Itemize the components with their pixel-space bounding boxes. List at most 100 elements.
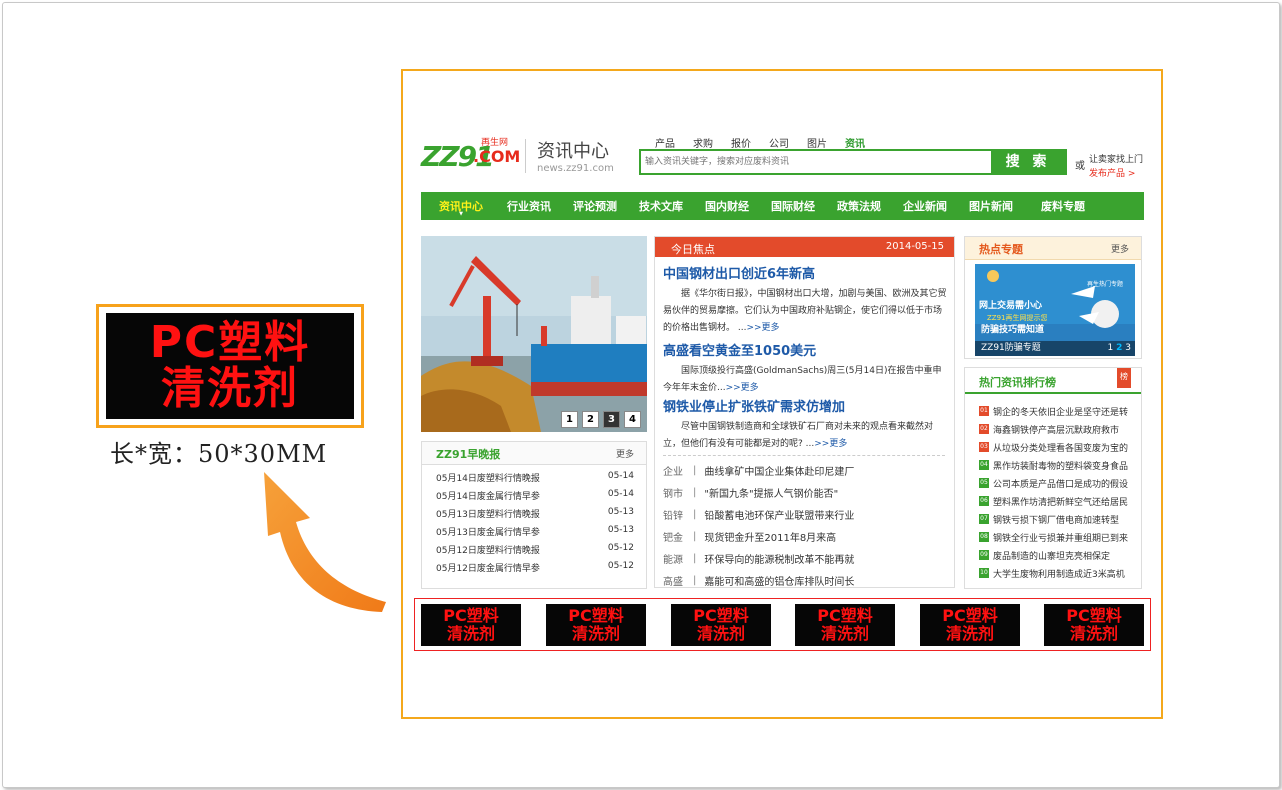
list-item[interactable]: 09 废品制造的山寨坦克亮相保定 [979, 546, 1139, 564]
story-body: 尽管中国钢铁制造商和全球铁矿石厂商对未来的观点看来截然对立，但他们有没有可能都是… [663, 419, 947, 453]
nav-item-policy[interactable]: 政策法规 [837, 198, 881, 214]
zz91-logo[interactable]: ZZ91 .COM 再生网 [421, 134, 520, 174]
banner-ad-line2: 清洗剂 [1069, 624, 1118, 643]
report-date: 05-12 [607, 543, 634, 553]
list-item[interactable]: 05月14日废金属行情早参 05-14 [422, 489, 646, 507]
or-text: 或 [1075, 161, 1085, 172]
nav-item-tech[interactable]: 技术文库 [639, 198, 683, 214]
list-item[interactable]: 02 海鑫钢铁停产高层沉默政府救市 [979, 420, 1139, 438]
news-title: "新国九条"提振人气钢价能否" [704, 488, 839, 500]
story-headline[interactable]: 高盛看空黄金至1050美元 [663, 340, 947, 359]
slide-page-3[interactable]: 3 [603, 411, 620, 428]
focus-story: 钢铁业停止扩张铁矿需求仿增加 尽管中国钢铁制造商和全球铁矿石厂商对未来的观点看来… [663, 396, 947, 453]
list-item[interactable]: 钢市 | "新国九条"提振人气钢价能否" [663, 481, 949, 503]
separator: | [693, 574, 697, 586]
focus-story: 中国钢材出口创近6年新高 据《华尔街日报》，中国钢材出口大增，加剧与美国、欧洲及… [663, 263, 947, 337]
hot-topic-page-1[interactable]: 1 [1108, 343, 1114, 353]
news-category: 能源 [663, 554, 683, 566]
nav-item-photo-news[interactable]: 图片新闻 [969, 198, 1013, 214]
nav-item-industry[interactable]: 行业资讯 [507, 198, 551, 214]
list-item[interactable]: 05月13日废金属行情早参 05-13 [422, 525, 646, 543]
morning-report-title: ZZ91早晚报 [436, 448, 501, 461]
list-item[interactable]: 05月12日废塑料行情晚报 05-12 [422, 543, 646, 561]
rank-title: 钢铁全行业亏损兼并重组期已到来 [993, 533, 1129, 544]
search-tab-buy[interactable]: 求购 [693, 135, 713, 150]
search-tab-company[interactable]: 公司 [769, 135, 789, 150]
banner-ad[interactable]: PC塑料 清洗剂 [671, 604, 771, 646]
hot-topic-banner[interactable]: 网上交易需小心 ZZ91再生网提示您 防骗技巧需知道 再生热门专题 ZZ91防骗… [975, 264, 1135, 356]
search-input[interactable] [643, 153, 993, 171]
report-title: 05月14日废塑料行情晚报 [436, 474, 540, 484]
morning-report-more-link[interactable]: 更多 [616, 447, 634, 460]
list-item[interactable]: 企业 | 曲线拿矿中国企业集体赴印尼建厂 [663, 459, 949, 481]
rank-number: 10 [979, 568, 989, 578]
banner-ad[interactable]: PC塑料 清洗剂 [1044, 604, 1144, 646]
report-title: 05月12日废塑料行情晚报 [436, 546, 540, 556]
list-item[interactable]: 01 钢企的冬天依旧企业是坚守还是转 [979, 402, 1139, 420]
list-item[interactable]: 03 从垃圾分类处理看各国变废为宝的 [979, 438, 1139, 456]
publish-tagline: 让卖家找上门 [1089, 155, 1144, 165]
banner-ad[interactable]: PC塑料 清洗剂 [421, 604, 521, 646]
rank-title: 海鑫钢铁停产高层沉默政府救市 [993, 425, 1120, 436]
search-tab-images[interactable]: 图片 [807, 135, 827, 150]
banner-ad[interactable]: PC塑料 清洗剂 [920, 604, 1020, 646]
list-item[interactable]: 06 塑料黑作坊清把新鲜空气还给居民 [979, 492, 1139, 510]
list-item[interactable]: 05月13日废塑料行情晚报 05-13 [422, 507, 646, 525]
nav-item-commentary[interactable]: 评论预测 [573, 198, 617, 214]
nav-item-news-center[interactable]: 资讯中心 [439, 198, 483, 214]
rank-title: 黑作坊装耐毒物的塑料袋变身食品 [993, 461, 1129, 472]
list-item[interactable]: 04 黑作坊装耐毒物的塑料袋变身食品 [979, 456, 1139, 474]
news-category: 企业 [663, 466, 683, 478]
slide-page-2[interactable]: 2 [582, 411, 599, 428]
story-headline[interactable]: 中国钢材出口创近6年新高 [663, 263, 947, 282]
list-item[interactable]: 07 钢铁亏损下钢厂借电商加速转型 [979, 510, 1139, 528]
hot-topic-page-2[interactable]: 2 [1116, 343, 1122, 353]
list-item[interactable]: 铅锌 | 铅酸蓄电池环保产业联盟带来行业 [663, 503, 949, 525]
banner-ad-line1: PC塑料 [568, 606, 624, 625]
story-headline[interactable]: 钢铁业停止扩张铁矿需求仿增加 [663, 396, 947, 415]
report-date: 05-14 [607, 471, 634, 481]
today-focus-date: 2014-05-15 [885, 241, 944, 252]
list-item[interactable]: 05月14日废塑料行情晚报 05-14 [422, 471, 646, 489]
banner-ad-line1: PC塑料 [443, 606, 499, 625]
nav-item-corporate[interactable]: 企业新闻 [903, 198, 947, 214]
hot-topic-page-3[interactable]: 3 [1125, 343, 1131, 353]
banner-ad-line1: PC塑料 [1066, 606, 1122, 625]
story-text: 国际顶级投行高盛(GoldmanSachs)周三(5月14日)在报告中重申今年年… [663, 366, 942, 393]
list-item[interactable]: 08 钢铁全行业亏损兼并重组期已到来 [979, 528, 1139, 546]
report-title: 05月13日废金属行情早参 [436, 528, 540, 538]
story-more-link[interactable]: >>更多 [814, 439, 847, 449]
slide-page-1[interactable]: 1 [561, 411, 578, 428]
news-category: 高盛 [663, 576, 683, 588]
list-item[interactable]: 高盛 | 嘉能可和高盛的铝仓库排队时间长 [663, 569, 949, 591]
list-item[interactable]: 05月12日废金属行情早参 05-12 [422, 561, 646, 579]
banner-ad[interactable]: PC塑料 清洗剂 [795, 604, 895, 646]
list-item[interactable]: 能源 | 环保导向的能源税制改革不能再就 [663, 547, 949, 569]
search-tab-products[interactable]: 产品 [655, 135, 675, 150]
hot-topics-more-link[interactable]: 更多 [1111, 242, 1129, 255]
search-tab-price[interactable]: 报价 [731, 135, 751, 150]
search-button[interactable]: 搜 索 [991, 151, 1065, 173]
banner-ad[interactable]: PC塑料 清洗剂 [546, 604, 646, 646]
slide-page-4[interactable]: 4 [624, 411, 641, 428]
banner-ad-line2: 清洗剂 [820, 624, 869, 643]
rank-number: 07 [979, 514, 989, 524]
site-title: 资讯中心 [537, 141, 609, 162]
nav-item-scrap-topics[interactable]: 废料专题 [1041, 198, 1085, 214]
curved-arrow-icon [264, 472, 386, 612]
story-more-link[interactable]: >>更多 [746, 323, 779, 333]
publish-product-link[interactable]: 发布产品 > [1089, 166, 1135, 179]
port-photo [421, 236, 647, 432]
separator: | [693, 508, 697, 520]
rank-number: 02 [979, 424, 989, 434]
story-body: 据《华尔街日报》，中国钢材出口大增，加剧与美国、欧洲及其它贸易伙伴的贸易摩擦。它… [663, 286, 947, 337]
photo-slideshow[interactable]: 1 2 3 4 [421, 236, 647, 432]
list-item[interactable]: 05 公司本质是产品借口是成功的假设 [979, 474, 1139, 492]
search-tab-news[interactable]: 资讯 [845, 135, 865, 150]
list-item[interactable]: 钯金 | 现货钯金升至2011年8月来高 [663, 525, 949, 547]
story-more-link[interactable]: >>更多 [726, 383, 759, 393]
nav-item-intl-finance[interactable]: 国际财经 [771, 198, 815, 214]
list-item[interactable]: 10 大学生废物利用制造成近3米高机 [979, 564, 1139, 582]
news-category: 钯金 [663, 532, 683, 544]
nav-item-domestic-finance[interactable]: 国内财经 [705, 198, 749, 214]
